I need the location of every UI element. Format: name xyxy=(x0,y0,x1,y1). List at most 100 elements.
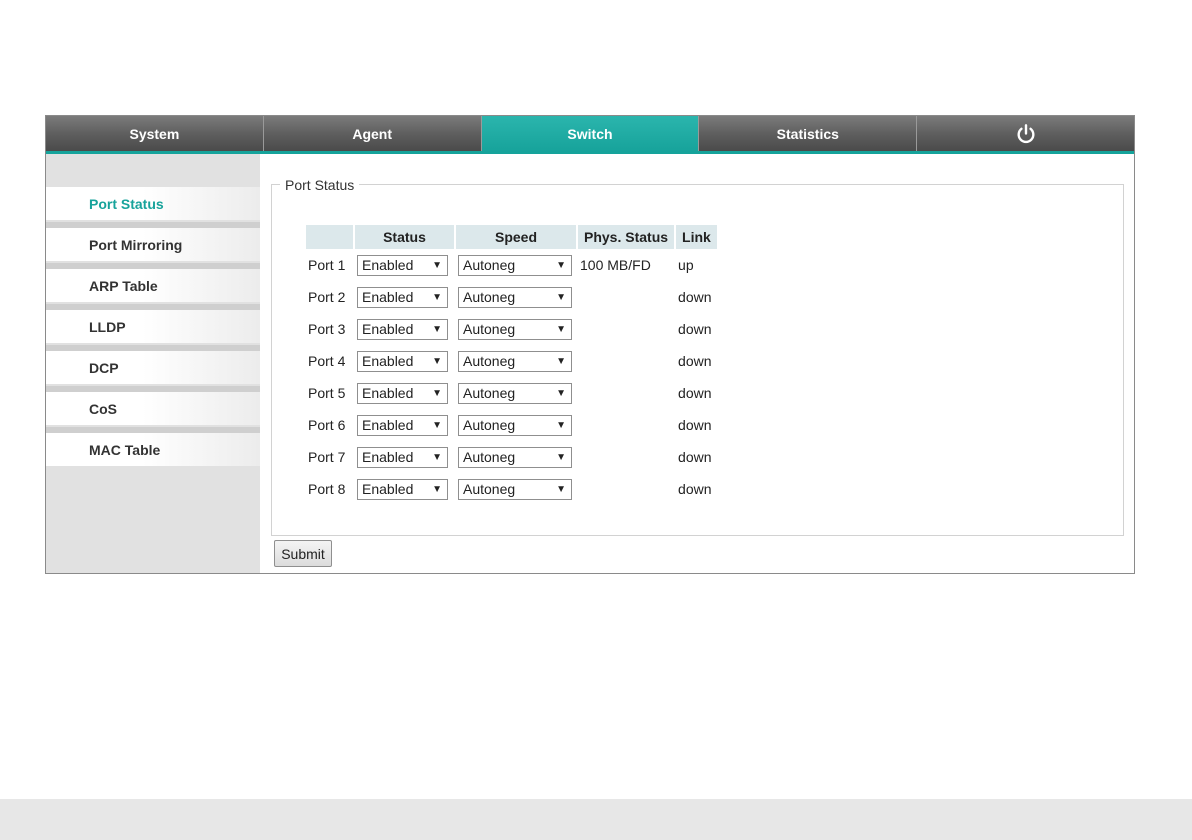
select-value: Enabled xyxy=(362,289,414,305)
table-header-row: Status Speed Phys. Status Link xyxy=(306,225,717,249)
phys-status-value xyxy=(578,473,674,505)
tab-agent[interactable]: Agent xyxy=(263,116,482,151)
column-header-phys-status: Phys. Status xyxy=(578,225,675,249)
sidebar-item-mac-table[interactable]: MAC Table xyxy=(46,433,260,466)
status-select[interactable]: Enabled ▼ xyxy=(357,382,448,404)
speed-select[interactable]: Autoneg ▼ xyxy=(458,350,572,372)
sidebar-item-label: ARP Table xyxy=(89,277,158,294)
sidebar-item-label: DCP xyxy=(89,359,119,376)
dropdown-arrow-icon: ▼ xyxy=(432,419,442,431)
submit-button[interactable]: Submit xyxy=(274,540,332,567)
sidebar-item-dcp[interactable]: DCP xyxy=(46,351,260,384)
status-select[interactable]: Enabled ▼ xyxy=(357,254,448,276)
dropdown-arrow-icon: ▼ xyxy=(556,259,566,271)
sidebar-item-label: Port Mirroring xyxy=(89,236,183,253)
column-header-status: Status xyxy=(355,225,454,249)
column-header-link: Link xyxy=(676,225,717,249)
speed-select[interactable]: Autoneg ▼ xyxy=(458,318,572,340)
sidebar-item-lldp[interactable]: LLDP xyxy=(46,310,260,343)
status-select[interactable]: Enabled ▼ xyxy=(357,286,448,308)
select-value: Enabled xyxy=(362,449,414,465)
link-value: up xyxy=(678,257,694,273)
dropdown-arrow-icon: ▼ xyxy=(432,323,442,335)
select-value: Autoneg xyxy=(463,257,516,273)
speed-select[interactable]: Autoneg ▼ xyxy=(458,254,572,276)
port-label: Port 7 xyxy=(308,449,346,465)
link-value: down xyxy=(678,417,712,433)
dropdown-arrow-icon: ▼ xyxy=(432,355,442,367)
select-value: Enabled xyxy=(362,481,414,497)
select-value: Enabled xyxy=(362,417,414,433)
fieldset-legend: Port Status xyxy=(280,177,360,193)
link-value: down xyxy=(678,385,712,401)
select-value: Autoneg xyxy=(463,321,516,337)
table-row: Port 2 Enabled ▼ Autoneg ▼ down xyxy=(306,281,717,313)
dropdown-arrow-icon: ▼ xyxy=(432,387,442,399)
table-row: Port 3 Enabled ▼ Autoneg ▼ down xyxy=(306,313,717,345)
tab-label: Switch xyxy=(567,125,613,142)
dropdown-arrow-icon: ▼ xyxy=(432,483,442,495)
phys-status-value xyxy=(578,409,674,441)
status-select[interactable]: Enabled ▼ xyxy=(357,478,448,500)
port-label: Port 5 xyxy=(308,385,346,401)
tab-switch[interactable]: Switch xyxy=(481,116,700,151)
dropdown-arrow-icon: ▼ xyxy=(556,387,566,399)
port-status-table: Status Speed Phys. Status Link Port 1 En… xyxy=(304,225,719,505)
dropdown-arrow-icon: ▼ xyxy=(432,291,442,303)
port-label: Port 2 xyxy=(308,289,346,305)
sidebar-item-label: Port Status xyxy=(89,195,164,212)
tab-system[interactable]: System xyxy=(46,116,264,151)
select-value: Autoneg xyxy=(463,289,516,305)
top-navigation: System Agent Switch Statistics xyxy=(46,116,1134,151)
phys-status-value xyxy=(578,281,674,313)
speed-select[interactable]: Autoneg ▼ xyxy=(458,286,572,308)
power-icon xyxy=(1017,123,1035,143)
dropdown-arrow-icon: ▼ xyxy=(432,259,442,271)
sidebar-item-cos[interactable]: CoS xyxy=(46,392,260,425)
speed-select[interactable]: Autoneg ▼ xyxy=(458,478,572,500)
column-header-port xyxy=(306,225,353,249)
speed-select[interactable]: Autoneg ▼ xyxy=(458,446,572,468)
table-row: Port 1 Enabled ▼ Autoneg ▼ 100 MB/FD up xyxy=(306,249,717,281)
sidebar-item-label: LLDP xyxy=(89,318,126,335)
select-value: Autoneg xyxy=(463,449,516,465)
select-value: Enabled xyxy=(362,353,414,369)
port-label: Port 6 xyxy=(308,417,346,433)
tab-label: Statistics xyxy=(776,125,839,142)
port-label: Port 8 xyxy=(308,481,346,497)
select-value: Autoneg xyxy=(463,385,516,401)
select-value: Autoneg xyxy=(463,353,516,369)
dropdown-arrow-icon: ▼ xyxy=(556,355,566,367)
status-select[interactable]: Enabled ▼ xyxy=(357,318,448,340)
link-value: down xyxy=(678,289,712,305)
status-select[interactable]: Enabled ▼ xyxy=(357,350,448,372)
table-row: Port 7 Enabled ▼ Autoneg ▼ down xyxy=(306,441,717,473)
select-value: Enabled xyxy=(362,257,414,273)
dropdown-arrow-icon: ▼ xyxy=(556,451,566,463)
power-button[interactable] xyxy=(917,116,1134,151)
bottom-bar xyxy=(0,799,1192,840)
dropdown-arrow-icon: ▼ xyxy=(556,291,566,303)
speed-select[interactable]: Autoneg ▼ xyxy=(458,414,572,436)
status-select[interactable]: Enabled ▼ xyxy=(357,414,448,436)
sidebar-item-arp-table[interactable]: ARP Table xyxy=(46,269,260,302)
port-label: Port 3 xyxy=(308,321,346,337)
status-select[interactable]: Enabled ▼ xyxy=(357,446,448,468)
sidebar-item-label: CoS xyxy=(89,400,117,417)
phys-status-value xyxy=(578,377,674,409)
link-value: down xyxy=(678,481,712,497)
tab-statistics[interactable]: Statistics xyxy=(699,116,918,151)
column-header-speed: Speed xyxy=(456,225,576,249)
table-row: Port 5 Enabled ▼ Autoneg ▼ down xyxy=(306,377,717,409)
sidebar-item-port-status[interactable]: Port Status xyxy=(46,187,260,220)
sidebar-item-port-mirroring[interactable]: Port Mirroring xyxy=(46,228,260,261)
port-label: Port 1 xyxy=(308,257,346,273)
sidebar-item-label: MAC Table xyxy=(89,441,161,458)
speed-select[interactable]: Autoneg ▼ xyxy=(458,382,572,404)
select-value: Enabled xyxy=(362,385,414,401)
phys-status-value xyxy=(578,345,674,377)
phys-status-value: 100 MB/FD xyxy=(580,257,651,273)
table-row: Port 6 Enabled ▼ Autoneg ▼ down xyxy=(306,409,717,441)
table-row: Port 8 Enabled ▼ Autoneg ▼ down xyxy=(306,473,717,505)
dropdown-arrow-icon: ▼ xyxy=(556,419,566,431)
